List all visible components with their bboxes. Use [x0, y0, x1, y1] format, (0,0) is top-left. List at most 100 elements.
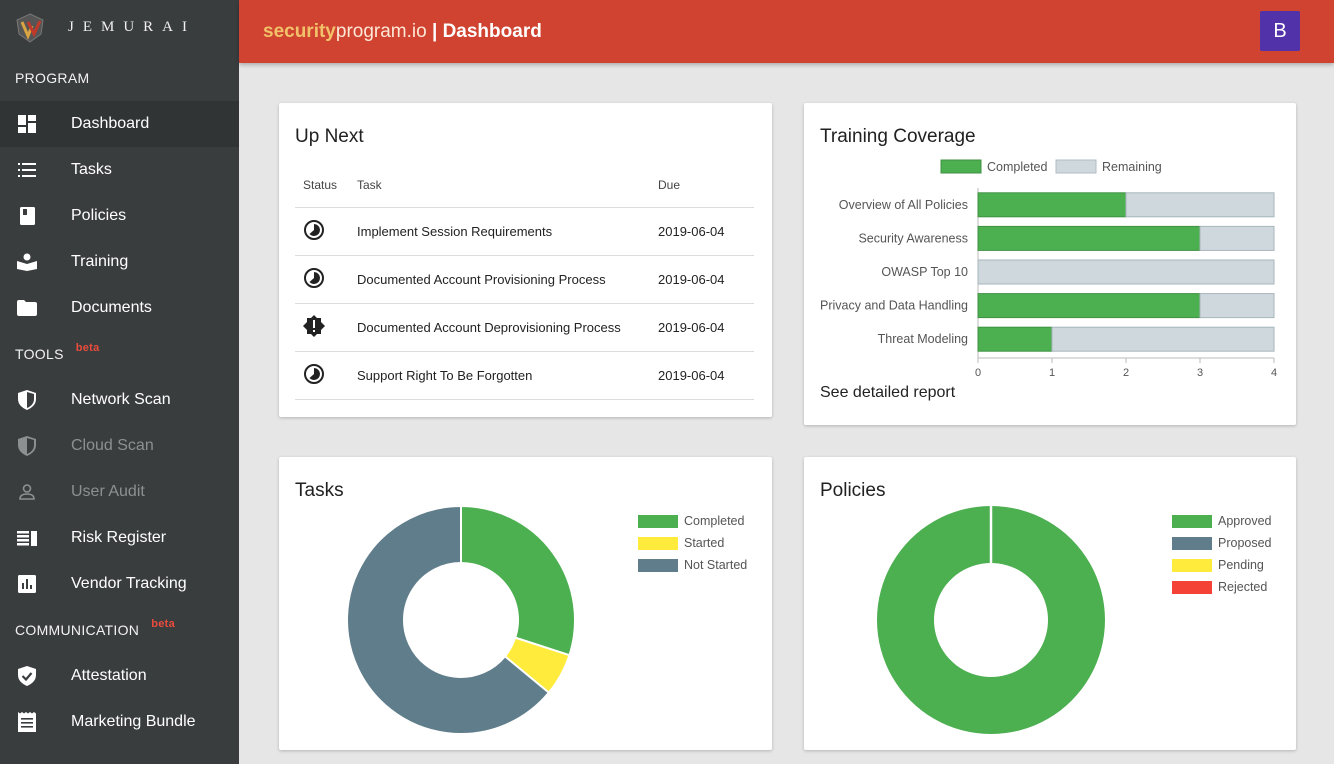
- x-tick-label: 2: [1123, 367, 1129, 379]
- table-row[interactable]: Implement Session Requirements 2019-06-0…: [295, 208, 754, 256]
- section-label: COMMUNICATION: [15, 622, 140, 638]
- folder-icon: [17, 298, 37, 318]
- verified-shield-icon: [17, 666, 37, 686]
- category-label: Overview of All Policies: [839, 198, 968, 212]
- register-icon: [17, 528, 37, 548]
- legend-item[interactable]: Pending: [1172, 554, 1272, 576]
- jemurai-logo-icon: [16, 12, 44, 43]
- table-row[interactable]: Support Right To Be Forgotten 2019-06-04: [295, 352, 754, 400]
- column-header-due[interactable]: Due: [658, 178, 754, 192]
- receipt-icon: [17, 712, 37, 732]
- task-name: Documented Account Deprovisioning Proces…: [357, 320, 621, 335]
- reader-icon: [17, 252, 37, 272]
- due-date: 2019-06-04: [658, 320, 725, 335]
- shield-icon: [17, 436, 37, 456]
- sidebar-item-label: Tasks: [71, 161, 112, 178]
- sidebar-item-label: Policies: [71, 207, 127, 224]
- legend-label: Proposed: [1218, 536, 1272, 550]
- legend-item[interactable]: Not Started: [638, 554, 747, 576]
- section-communication: COMMUNICATION beta: [0, 607, 239, 653]
- see-detailed-report-link[interactable]: See detailed report: [820, 384, 955, 402]
- legend-label: Pending: [1218, 558, 1264, 572]
- alert-badge-icon: [303, 315, 325, 337]
- legend-item[interactable]: Rejected: [1172, 576, 1272, 598]
- sidebar-item-vendor-tracking[interactable]: Vendor Tracking: [0, 561, 239, 607]
- sidebar-item-training[interactable]: Training: [0, 239, 239, 285]
- bar-remaining: [1125, 192, 1275, 218]
- column-header-task[interactable]: Task: [357, 178, 658, 192]
- bar-remaining: [1199, 293, 1275, 319]
- task-name: Support Right To Be Forgotten: [357, 368, 533, 383]
- x-tick-label: 3: [1197, 367, 1203, 379]
- card-title: Tasks: [295, 480, 344, 501]
- in-progress-icon: [304, 364, 324, 384]
- sidebar-item-label: Network Scan: [71, 391, 171, 408]
- sidebar-item-policies[interactable]: Policies: [0, 193, 239, 239]
- sidebar-item-dashboard[interactable]: Dashboard: [0, 101, 239, 147]
- sidebar-item-label: Attestation: [71, 667, 147, 684]
- legend-item[interactable]: Started: [638, 532, 747, 554]
- column-header-status[interactable]: Status: [295, 178, 357, 192]
- sidebar-item-label: Dashboard: [71, 115, 150, 132]
- status-cell: [295, 315, 357, 340]
- sidebar-item-documents[interactable]: Documents: [0, 285, 239, 331]
- legend-item[interactable]: Approved: [1172, 510, 1272, 532]
- category-label: OWASP Top 10: [881, 265, 968, 279]
- task-name: Documented Account Provisioning Process: [357, 272, 606, 287]
- legend-label: Approved: [1218, 514, 1272, 528]
- policies-donut-chart: [876, 506, 1105, 734]
- x-tick-label: 4: [1271, 367, 1277, 379]
- card-title: Up Next: [295, 126, 364, 147]
- due-date: 2019-06-04: [658, 272, 725, 287]
- section-label: TOOLS: [15, 346, 64, 362]
- sidebar-item-label: User Audit: [71, 483, 145, 500]
- policies-card: Policies Approved Proposed Pending Rejected: [804, 457, 1296, 750]
- list-icon: [17, 160, 37, 180]
- category-label: Privacy and Data Handling: [820, 299, 968, 313]
- legend-item[interactable]: Proposed: [1172, 532, 1272, 554]
- chart-icon: [17, 574, 37, 594]
- up-next-table: Status Task Due Implement Session Requir…: [295, 163, 754, 400]
- sidebar-item-label: Marketing Bundle: [71, 713, 196, 730]
- legend-label: Started: [684, 536, 725, 550]
- dashboard-icon: [17, 114, 37, 134]
- legend-item[interactable]: Completed: [638, 510, 747, 532]
- sidebar-item-user-audit[interactable]: User Audit: [0, 469, 239, 515]
- person-icon: [17, 482, 37, 502]
- title-brand-part1: security: [263, 20, 336, 42]
- table-row[interactable]: Documented Account Deprovisioning Proces…: [295, 304, 754, 352]
- logo[interactable]: JEMURAI: [0, 0, 239, 55]
- sidebar-item-tasks[interactable]: Tasks: [0, 147, 239, 193]
- due-date: 2019-06-04: [658, 368, 725, 383]
- bar-completed: [977, 293, 1201, 319]
- x-tick-label: 1: [1049, 367, 1055, 379]
- bar-remaining: [1051, 326, 1275, 352]
- tasks-card: Tasks Completed Started Not Started: [279, 457, 772, 750]
- title-brand-part2: program.io: [335, 20, 427, 42]
- shield-icon: [17, 390, 37, 410]
- user-avatar[interactable]: B: [1260, 11, 1300, 51]
- sidebar-item-cloud-scan[interactable]: Cloud Scan: [0, 423, 239, 469]
- bar-completed: [977, 326, 1053, 352]
- bar-remaining: [1199, 225, 1275, 251]
- legend-label: Completed: [684, 514, 745, 528]
- bar-remaining: [977, 259, 1275, 285]
- status-cell: [295, 267, 357, 292]
- sidebar-item-risk-register[interactable]: Risk Register: [0, 515, 239, 561]
- legend-swatch: [638, 514, 678, 528]
- table-header: Status Task Due: [295, 163, 754, 208]
- sidebar-item-marketing-bundle[interactable]: Marketing Bundle: [0, 699, 239, 745]
- section-tools: TOOLS beta: [0, 331, 239, 377]
- top-bar: securityprogram.io | Dashboard B: [239, 0, 1334, 63]
- beta-badge: beta: [75, 342, 100, 354]
- book-icon: [17, 206, 37, 226]
- training-coverage-chart: Completed Remaining Overview of All Polici…: [820, 159, 1277, 379]
- training-coverage-card: Training Coverage Completed Remaining Over…: [804, 103, 1296, 425]
- due-date: 2019-06-04: [658, 224, 725, 239]
- sidebar-item-network-scan[interactable]: Network Scan: [0, 377, 239, 423]
- sidebar-item-attestation[interactable]: Attestation: [0, 653, 239, 699]
- table-row[interactable]: Documented Account Provisioning Process …: [295, 256, 754, 304]
- page-title: securityprogram.io | Dashboard: [263, 21, 542, 43]
- brand-name: JEMURAI: [68, 19, 197, 35]
- sidebar-item-label: Training: [71, 253, 129, 270]
